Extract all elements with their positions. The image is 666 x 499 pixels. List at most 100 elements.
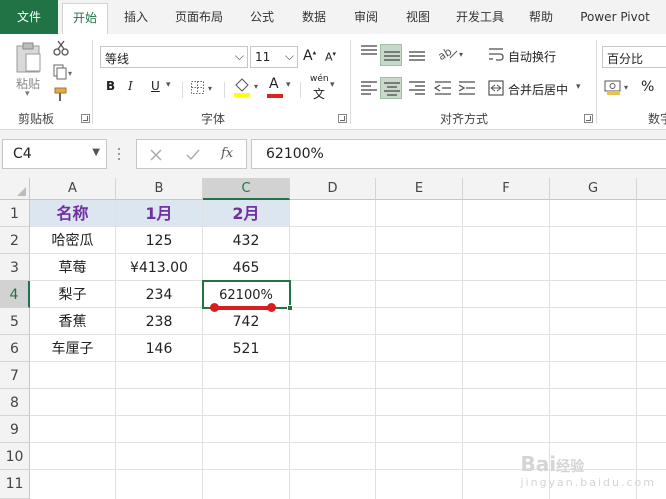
wrap-text-icon[interactable] <box>488 46 504 62</box>
italic-button[interactable]: I <box>128 79 133 93</box>
ribbon-separator <box>350 40 351 124</box>
paste-dropdown-icon[interactable]: ▾ <box>25 89 30 99</box>
row-header-7[interactable]: 7 <box>0 362 30 389</box>
phonetic-pinyin: wén <box>310 74 329 84</box>
align-left-icon[interactable] <box>360 80 378 96</box>
number-group-label: 数字 <box>648 112 666 126</box>
formula-bar-grip[interactable] <box>118 148 120 160</box>
ribbon-separator <box>596 40 597 124</box>
number-format-select[interactable]: 百分比 <box>602 46 666 68</box>
row-header-8[interactable]: 8 <box>0 389 30 416</box>
row-header-10[interactable]: 10 <box>0 443 30 470</box>
row-header-3[interactable]: 3 <box>0 254 30 281</box>
tab-developer[interactable]: 开发工具 <box>446 0 514 34</box>
increase-indent-icon[interactable] <box>458 80 476 96</box>
column-header-d[interactable]: D <box>290 178 376 200</box>
tab-data[interactable]: 数据 <box>290 0 338 34</box>
column-header-e[interactable]: E <box>376 178 463 200</box>
tab-review[interactable]: 审阅 <box>342 0 390 34</box>
tab-file[interactable]: 文件 <box>0 0 58 34</box>
name-box[interactable]: C4 ▼ <box>2 139 107 169</box>
font-name-select[interactable]: 等线 ⌵ <box>100 46 248 68</box>
select-all-button[interactable] <box>0 178 30 200</box>
fill-color-icon[interactable]: ▾ <box>232 76 264 98</box>
phonetic-guide-icon[interactable]: wén <box>310 74 329 84</box>
font-group-label: 字体 <box>201 112 226 126</box>
baidu-jingyan-watermark: Bai经验 jingyan.baidu.com <box>520 452 656 489</box>
column-header-a[interactable]: A <box>30 178 116 200</box>
ribbon-separator <box>224 82 225 98</box>
watermark-brand: Bai <box>520 452 557 476</box>
chevron-down-icon[interactable]: ▾ <box>286 80 291 90</box>
insert-function-icon[interactable]: fx <box>221 146 233 161</box>
clipboard-launcher-icon[interactable] <box>81 114 90 123</box>
align-middle-button[interactable] <box>380 44 402 66</box>
row-header-5[interactable]: 5 <box>0 308 30 335</box>
row-header-1[interactable]: 1 <box>0 200 30 227</box>
increase-font-size-icon[interactable]: A▴ <box>303 48 316 64</box>
column-header-f[interactable]: F <box>463 178 550 200</box>
chevron-down-icon[interactable]: ▾ <box>330 80 335 90</box>
row-header-11[interactable]: 11 <box>0 470 30 499</box>
cut-icon[interactable] <box>53 40 69 56</box>
underline-button[interactable]: U <box>151 79 160 93</box>
row-header-2[interactable]: 2 <box>0 227 30 254</box>
tab-help[interactable]: 帮助 <box>518 0 564 34</box>
svg-text:▾: ▾ <box>208 84 212 93</box>
align-top-icon[interactable] <box>360 44 378 60</box>
alignment-launcher-icon[interactable] <box>584 114 593 123</box>
font-color-icon[interactable]: A <box>269 76 279 92</box>
tab-insert[interactable]: 插入 <box>112 0 160 34</box>
annotation-dot-right <box>267 303 276 312</box>
tab-view[interactable]: 视图 <box>394 0 442 34</box>
tab-page-layout[interactable]: 页面布局 <box>164 0 234 34</box>
font-launcher-icon[interactable] <box>338 114 347 123</box>
formula-input-value: 62100% <box>266 146 324 162</box>
column-header-c[interactable]: C <box>203 178 290 200</box>
increase-font-label: A <box>303 48 313 64</box>
row-header-4[interactable]: 4 <box>0 281 30 308</box>
align-right-icon[interactable] <box>408 80 426 96</box>
tab-power-pivot[interactable]: Power Pivot <box>568 0 662 34</box>
merge-center-icon[interactable] <box>488 80 504 96</box>
orientation-icon[interactable]: ab ▾ <box>438 44 466 62</box>
font-name-value: 等线 <box>105 52 130 66</box>
paste-icon[interactable] <box>14 42 44 74</box>
decrease-indent-icon[interactable] <box>434 80 452 96</box>
decrease-font-size-icon[interactable]: A▾ <box>325 50 336 64</box>
align-center-icon <box>384 82 400 96</box>
format-painter-icon[interactable] <box>53 86 71 104</box>
formula-input[interactable]: 62100% <box>251 139 666 169</box>
svg-text:▾: ▾ <box>68 69 72 78</box>
worksheet-grid[interactable]: A B C D E F G 1 2 3 4 5 6 7 8 9 10 11 名称… <box>0 178 666 499</box>
enter-icon[interactable] <box>185 148 201 162</box>
borders-icon[interactable]: ▾ <box>190 80 218 96</box>
chevron-down-icon[interactable]: ▾ <box>576 82 581 92</box>
align-center-button[interactable] <box>380 77 402 99</box>
annotation-dot-left <box>210 303 219 312</box>
percent-style-button[interactable]: % <box>641 79 654 95</box>
chevron-down-icon[interactable]: ▾ <box>166 80 171 90</box>
watermark-tagline: jingyan.baidu.com <box>520 476 656 489</box>
chevron-down-icon: ⌵ <box>284 49 294 63</box>
tab-formulas[interactable]: 公式 <box>238 0 286 34</box>
wrap-text-button[interactable]: 自动换行 <box>508 48 556 65</box>
bold-button[interactable]: B <box>106 79 115 93</box>
column-header-g[interactable]: G <box>550 178 637 200</box>
row-header-6[interactable]: 6 <box>0 335 30 362</box>
alignment-group-label: 对齐方式 <box>440 112 489 126</box>
column-header-b[interactable]: B <box>116 178 203 200</box>
number-format-value: 百分比 <box>607 52 644 66</box>
tab-home[interactable]: 开始 <box>62 3 108 34</box>
accounting-format-icon[interactable]: ▾ <box>604 78 634 98</box>
phonetic-char: 文 <box>313 87 326 101</box>
merge-center-button[interactable]: 合并后居中 <box>508 81 568 98</box>
align-middle-icon <box>384 51 400 61</box>
align-bottom-icon[interactable] <box>408 44 426 62</box>
cancel-icon[interactable] <box>149 148 163 162</box>
row-header-9[interactable]: 9 <box>0 416 30 443</box>
copy-icon[interactable]: ▾ <box>53 64 75 80</box>
font-size-select[interactable]: 11 ⌵ <box>250 46 298 68</box>
fill-handle[interactable] <box>287 305 293 311</box>
column-header-h[interactable] <box>637 178 666 200</box>
